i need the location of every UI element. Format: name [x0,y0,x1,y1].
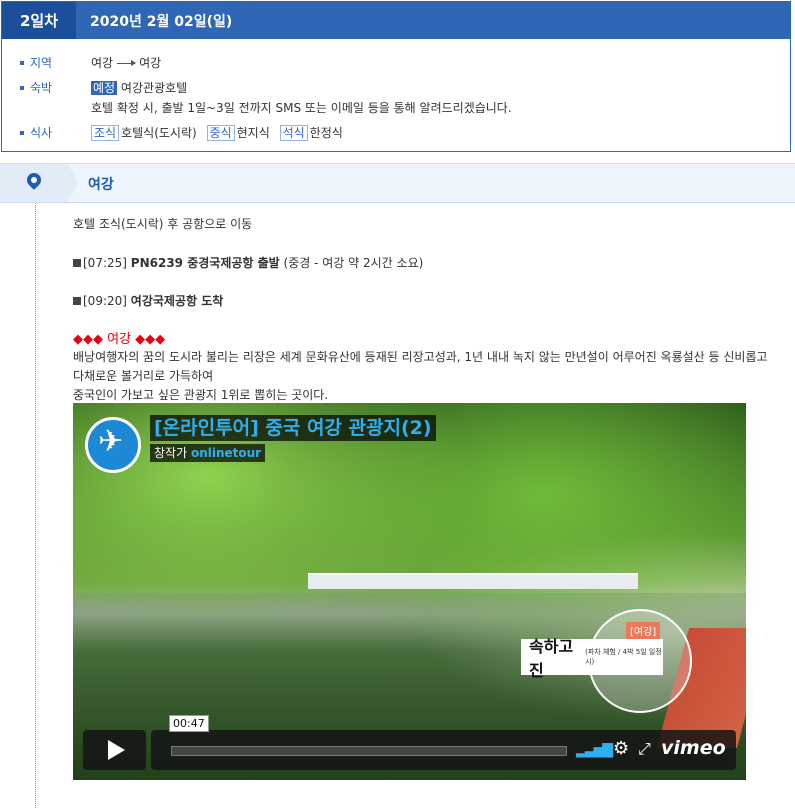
description-line: 다채로운 볼거리로 가득하여 [73,369,214,383]
meal-label: 식사 [30,126,53,140]
bullet-icon [20,61,24,65]
author-name: onlinetour [190,446,262,460]
location-header: 여강 [0,163,795,203]
region-to: 여강 [139,56,162,70]
lunch-value: 현지식 [236,126,270,140]
settings-gear-icon[interactable]: ⚙ [613,738,629,759]
day-badge: 2일차 [2,2,76,39]
chevron-right-icon [68,164,78,202]
flight-line: [07:25] PN6239 중경국제공항 출발 (중경 - 여강 약 2시간 … [73,254,423,271]
channel-logo-icon[interactable] [85,417,141,473]
meal-values: 조식 호텔식(도시락) 중식 현지식 석식 한정식 [91,124,343,141]
square-bullet-icon [73,297,81,305]
caption-subtitle: (파차 체험 / 4박 5일 일정 시) [585,648,662,666]
play-button[interactable] [83,730,146,770]
caption-box: 속하고진 (파차 체험 / 4박 5일 일정 시) [521,637,663,680]
author-prefix: 창작가 [154,446,188,460]
breakfast-value: 호텔식(도시락) [121,126,197,140]
region-value: 여강 여강 [91,54,161,71]
video-player[interactable]: [온라인투어] 중국 여강 관광지(2) 창작가 onlinetour [여강]… [73,403,746,780]
day-header: 2일차 2020년 2월 02일(일) [2,2,790,39]
control-bar: 00:47 ▂▃▅▇ ⚙ ⤢ vimeo [151,715,736,770]
day-summary: 2일차 2020년 2월 02일(일) 지역 여강 여강 숙박 예정 여강관광호텔… [1,1,791,152]
pin-box [0,164,68,202]
flight-time: [07:25] [83,256,127,270]
video-title[interactable]: [온라인투어] 중국 여강 관광지(2) [150,415,436,441]
section-title: ◆◆◆ 여강 ◆◆◆ [73,332,166,347]
day-info: 지역 여강 여강 숙박 예정 여강관광호텔 호텔 확정 시, 출발 1일~3일 전… [2,39,790,151]
caption-title: 속하고진 [529,637,574,680]
flight-note: (중경 - 여강 약 2시간 소요) [283,256,424,270]
caption-tag: [여강] [626,622,661,639]
arrival-line: [09:20] 여강국제공항 도착 [73,292,223,309]
arrow-right-icon [117,60,137,66]
region-from: 여강 [91,56,114,70]
volume-icon[interactable]: ▂▃▅▇ [576,742,613,758]
timeline-line [35,203,36,808]
dinner-tag: 석식 [279,125,308,141]
vimeo-logo[interactable]: vimeo [661,737,726,759]
time-tooltip: 00:47 [169,715,209,732]
dinner-value: 한정식 [309,126,343,140]
progress-bar[interactable]: 00:47 [169,715,567,756]
video-controls: 00:47 ▂▃▅▇ ⚙ ⤢ vimeo [83,715,736,770]
flight-info: PN6239 중경국제공항 출발 [130,256,280,270]
lodging-label: 숙박 [30,81,53,95]
lodging-name: 여강관광호텔 [120,81,188,95]
lodging-value: 예정 여강관광호텔 [91,79,187,96]
description-line: 중국인이 가보고 싶은 관광지 1위로 뽑히는 곳이다. [73,388,329,402]
square-bullet-icon [73,259,81,267]
fullscreen-icon[interactable]: ⤢ [638,739,651,759]
description-line: 배낭여행자의 꿈의 도시라 불리는 리장은 세계 문화유산에 등재된 리장고성과… [73,350,768,364]
lodging-note: 호텔 확정 시, 출발 1일~3일 전까지 SMS 또는 이메일 등을 통해 알… [91,101,512,115]
arrival-info: 여강국제공항 도착 [130,294,224,308]
lunch-tag: 중식 [206,125,235,141]
arrival-time: [09:20] [83,294,127,308]
schedule-line: 호텔 조식(도시락) 후 공항으로 이동 [73,217,253,231]
location-name: 여강 [88,177,114,193]
bullet-icon [20,131,24,135]
lodging-status-badge: 예정 [91,81,118,95]
region-label: 지역 [30,56,53,70]
video-scene-bridge [308,573,638,589]
breakfast-tag: 조식 [91,125,120,141]
video-author[interactable]: 창작가 onlinetour [150,444,266,462]
bullet-icon [20,86,24,90]
day-date: 2020년 2월 02일(일) [90,13,233,30]
map-pin-icon [24,170,44,190]
